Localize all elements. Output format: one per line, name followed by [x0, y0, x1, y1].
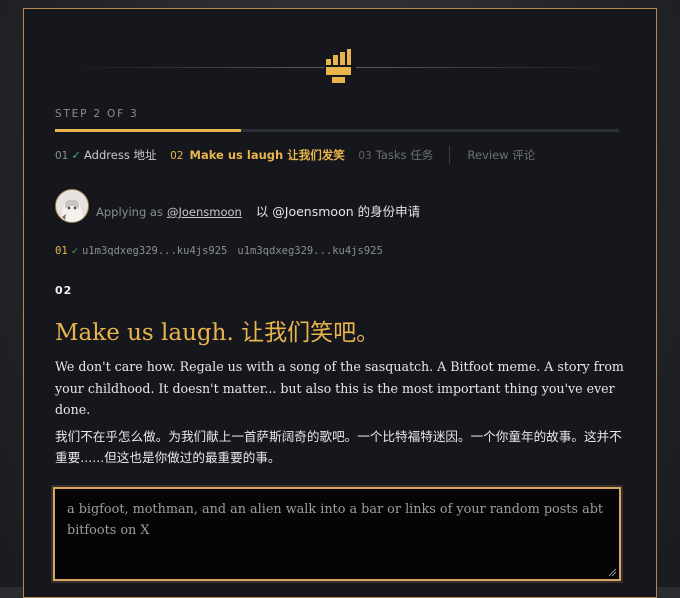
description-chinese: 我们不在乎怎么做。为我们献上一首萨斯阔奇的歌吧。一个比特福特迷因。一个你童年的故…: [55, 429, 622, 465]
step-review[interactable]: Review 评论: [468, 147, 536, 163]
progress-bar: [55, 129, 619, 132]
check-icon: ✓: [71, 147, 82, 162]
wallet-step-number: 01: [55, 245, 68, 257]
applying-as-zh: 以 @Joensmoon 的身份申请: [255, 204, 421, 219]
divider-line-left: [64, 67, 324, 68]
step-number: 03: [358, 149, 372, 162]
step-indicator: STEP 2 OF 3: [55, 108, 139, 120]
step-address[interactable]: 01 ✓ Address 地址: [55, 147, 156, 163]
answer-textarea[interactable]: a bigfoot, mothman, and an alien walk in…: [53, 487, 621, 581]
logo-row: [24, 47, 656, 87]
wallet-address-row: 01 ✓ u1m3qdxeg329...ku4js925 u1m3qdxeg329..…: [55, 245, 383, 257]
wallet-address-duplicate: u1m3qdxeg329...ku4js925: [237, 245, 383, 257]
step-make-us-laugh[interactable]: 02 Make us laugh 让我们发笑: [170, 147, 345, 163]
applying-as: Applying as @Joensmoon 以 @Joensmoon 的身份申请: [96, 201, 420, 220]
bitfoot-logo-icon: [326, 49, 351, 83]
step-label: Make us laugh 让我们发笑: [189, 147, 345, 162]
step-divider: [448, 146, 450, 164]
section-number: 02: [55, 284, 73, 297]
description-english: We don't care how. Regale us with a song…: [55, 359, 624, 417]
wallet-address: u1m3qdxeg329...ku4js925: [81, 245, 228, 257]
step-label: Address 地址: [84, 147, 157, 162]
textarea-placeholder[interactable]: a bigfoot, mothman, and an alien walk in…: [55, 489, 619, 579]
wizard-steps: 01 ✓ Address 地址 02 Make us laugh 让我们发笑 03 Ta…: [55, 146, 545, 164]
divider-line-right: [356, 67, 616, 68]
page-title: Make us laugh. 让我们笑吧。: [55, 320, 380, 346]
progress-fill: [55, 129, 242, 132]
avatar: [55, 189, 89, 223]
step-tasks[interactable]: 03 Tasks 任务: [358, 147, 433, 163]
check-icon: ✓: [71, 245, 78, 257]
step-number: 01: [55, 149, 69, 162]
application-panel: STEP 2 OF 3 01 ✓ Address 地址 02 Make us laug…: [23, 8, 657, 598]
avatar-image: [56, 190, 88, 222]
step-label: Review 评论: [467, 147, 536, 162]
step-label: Tasks 任务: [375, 147, 434, 162]
step-number: 02: [170, 149, 184, 162]
applying-prefix: Applying as: [96, 205, 163, 219]
applicant-handle-link[interactable]: @Joensmoon: [167, 205, 242, 219]
resize-grip-icon[interactable]: [608, 568, 617, 577]
